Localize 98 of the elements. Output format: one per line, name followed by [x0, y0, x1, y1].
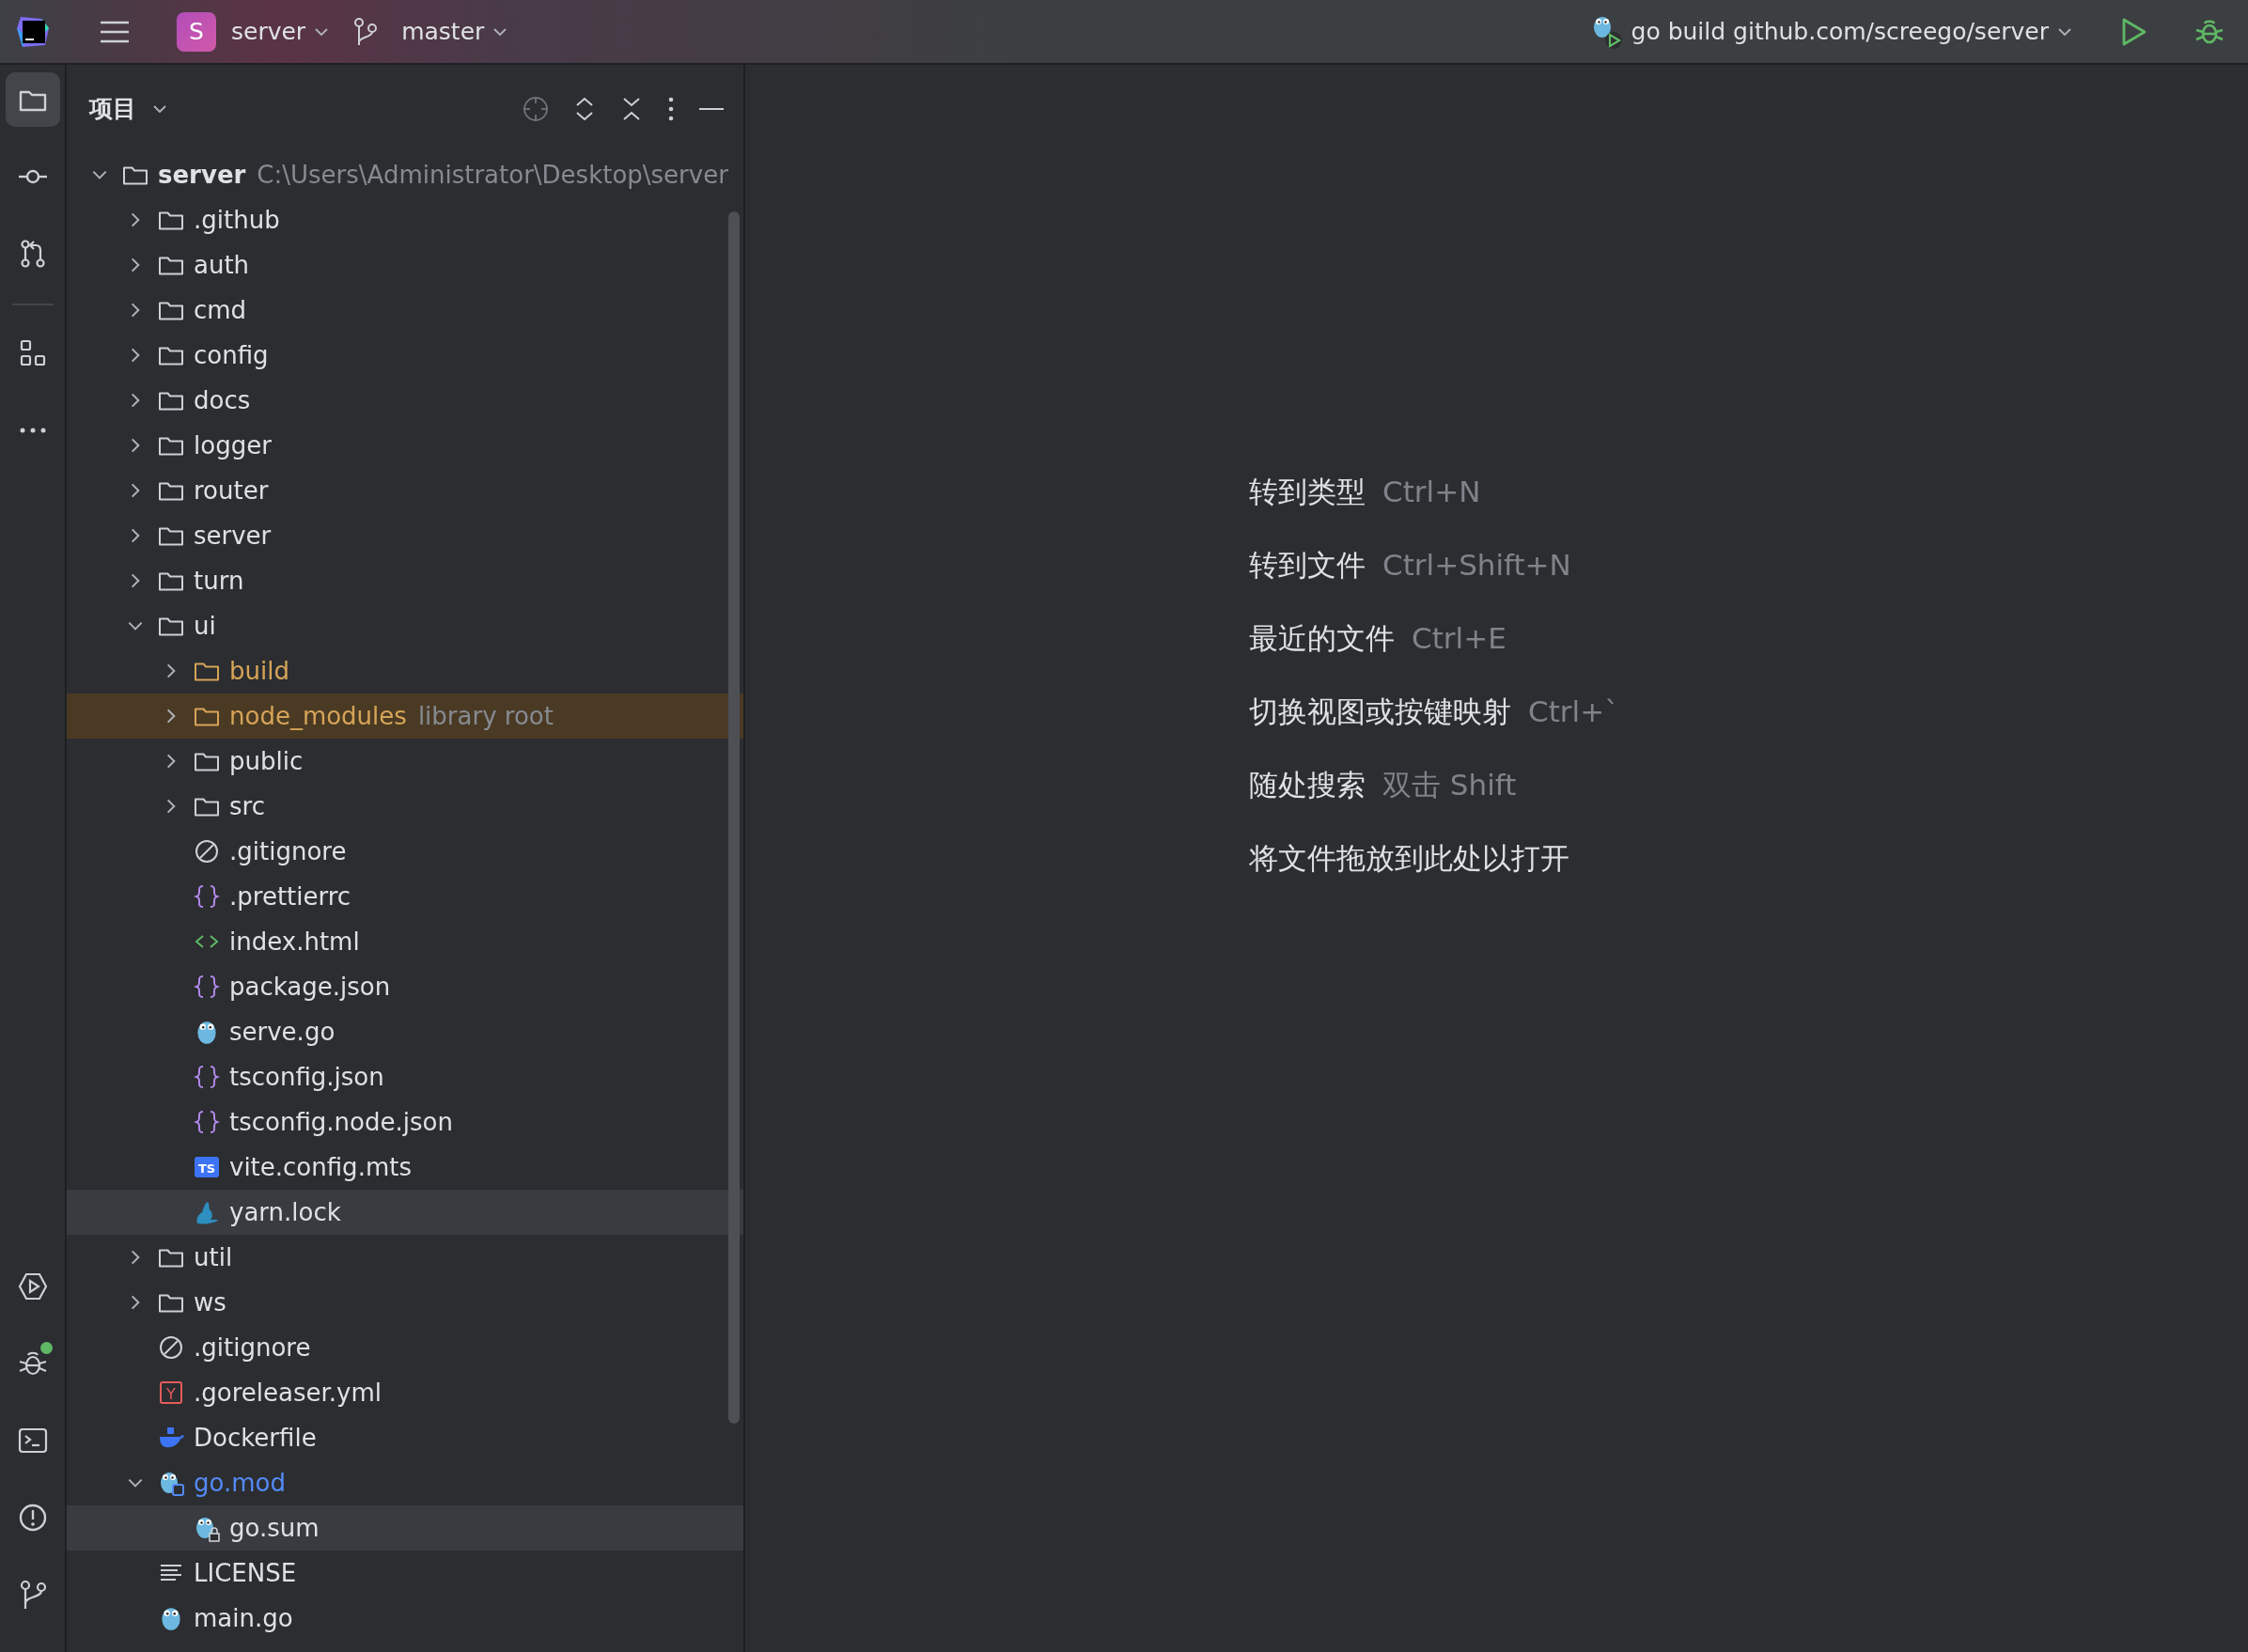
file-name: .goreleaser.yml [194, 1377, 382, 1409]
folder-name: turn [194, 565, 244, 597]
tree-row[interactable]: docs [67, 378, 743, 423]
file-name: .gitignore [229, 835, 347, 867]
shortcut-label: Ctrl+` [1528, 693, 1619, 730]
tree-row[interactable]: turn [67, 558, 743, 603]
shortcut-label: Ctrl+E [1412, 619, 1506, 657]
tree-row[interactable]: package.json [67, 964, 743, 1009]
file-name: vite.config.mts [229, 1151, 412, 1183]
shortcut-label: Ctrl+Shift+N [1382, 546, 1571, 584]
file-name: .gitignore [194, 1332, 311, 1364]
file-name: go.mod [194, 1467, 286, 1499]
minimize-icon[interactable] [698, 105, 725, 112]
tree-row[interactable]: index.html [67, 919, 743, 964]
file-name: .prettierrc [229, 881, 351, 912]
scrollbar[interactable] [728, 211, 740, 1424]
file-name: LICENSE [194, 1557, 297, 1589]
folder-tool-button[interactable] [5, 72, 60, 127]
tree-row[interactable]: Dockerfile [67, 1415, 743, 1460]
file-name: index.html [229, 926, 360, 958]
file-name: tsconfig.json [229, 1061, 384, 1093]
folder-name: logger [194, 429, 272, 461]
folder-name: server [158, 159, 246, 191]
run-icon [16, 1270, 49, 1302]
tree-row[interactable]: cmd [67, 288, 743, 333]
tree-row[interactable]: auth [67, 242, 743, 288]
tree-row[interactable]: .gitignore [67, 1325, 743, 1370]
tree-row[interactable]: config [67, 333, 743, 378]
file-name: main.go [194, 1602, 293, 1634]
action-label: 随处搜索 [1249, 766, 1366, 803]
tree-row[interactable]: tsconfig.node.json [67, 1099, 743, 1145]
tree-row[interactable]: src [67, 784, 743, 829]
shortcut-label: 双击 Shift [1382, 766, 1517, 803]
tree-row[interactable]: LICENSE [67, 1551, 743, 1596]
file-name: tsconfig.node.json [229, 1106, 453, 1138]
folder-name: router [194, 475, 269, 507]
file-name: package.json [229, 971, 391, 1003]
library-label: library root [417, 700, 554, 732]
branch-selector[interactable]: master [352, 13, 509, 50]
more-icon [18, 427, 47, 434]
tree-row[interactable]: .prettierrc [67, 874, 743, 919]
tree-row[interactable]: .github [67, 197, 743, 242]
folder-name: ui [194, 610, 216, 642]
action-label: 最近的文件 [1249, 619, 1395, 657]
braces-icon [193, 1108, 221, 1136]
tree-row[interactable]: yarn.lock [67, 1190, 743, 1235]
tree-row[interactable]: logger [67, 423, 743, 468]
yaml-file-icon: Y [157, 1379, 185, 1407]
folder-name: .github [194, 204, 280, 236]
panel-title-dropdown[interactable]: 项目 [89, 90, 168, 127]
file-name: go.sum [229, 1512, 320, 1544]
folder-name: src [229, 790, 265, 822]
action-label: 切换视图或按键映射 [1249, 693, 1511, 730]
tree-row[interactable]: build [67, 648, 743, 694]
tree-row[interactable]: go.mod [67, 1460, 743, 1505]
tree-row[interactable]: ui [67, 603, 743, 648]
folder-name: server [194, 520, 272, 552]
file-name: Dockerfile [194, 1422, 317, 1454]
run-configuration-selector[interactable]: go build github.com/screego/server [1589, 12, 2073, 51]
ignore-file-icon [193, 837, 221, 865]
project-path: C:\Users\Administrator\Desktop\server [257, 159, 728, 191]
tree-row[interactable]: tsconfig.json [67, 1054, 743, 1099]
ignore-file-icon [157, 1333, 185, 1362]
tree-row[interactable]: main.go [67, 1596, 743, 1641]
locate-icon[interactable] [522, 94, 550, 123]
tree-row[interactable]: server C:\Users\Administrator\Desktop\server [67, 152, 743, 197]
braces-icon [193, 973, 221, 1001]
folder-name: cmd [194, 294, 247, 326]
project-selector[interactable]: S server [177, 11, 331, 52]
tree-row[interactable]: node_modules library root [67, 694, 743, 739]
tree-row[interactable]: router [67, 468, 743, 513]
branch-icon [352, 16, 380, 47]
folder-name: ws [194, 1286, 226, 1318]
tree-row[interactable]: go.sum [67, 1505, 743, 1551]
tree-row[interactable]: util [67, 1235, 743, 1280]
tree-row[interactable]: Y .goreleaser.yml [67, 1370, 743, 1415]
braces-icon [193, 882, 221, 911]
braces-icon [193, 1063, 221, 1091]
folder-name: util [194, 1241, 233, 1273]
tree-row[interactable]: serve.go [67, 1009, 743, 1054]
action-label: 转到文件 [1249, 546, 1366, 584]
folder-name: node_modules [229, 700, 407, 732]
file-name: serve.go [229, 1016, 336, 1048]
tree-row[interactable]: server [67, 513, 743, 558]
folder-name: public [229, 745, 304, 777]
file-name: yarn.lock [229, 1196, 341, 1228]
tree-row[interactable]: public [67, 739, 743, 784]
folder-name: build [229, 655, 289, 687]
folder-name: auth [194, 249, 250, 281]
folder-name: docs [194, 384, 251, 416]
shortcut-label: Ctrl+N [1382, 473, 1481, 510]
tree-row[interactable]: ws [67, 1280, 743, 1325]
tree-row[interactable]: TS vite.config.mts [67, 1145, 743, 1190]
tree-row[interactable]: .gitignore [67, 829, 743, 874]
project-badge: S [177, 11, 216, 52]
action-label: 将文件拖放到此处以打开 [1249, 839, 1569, 877]
action-label: 转到类型 [1249, 473, 1366, 510]
folder-name: config [194, 339, 269, 371]
